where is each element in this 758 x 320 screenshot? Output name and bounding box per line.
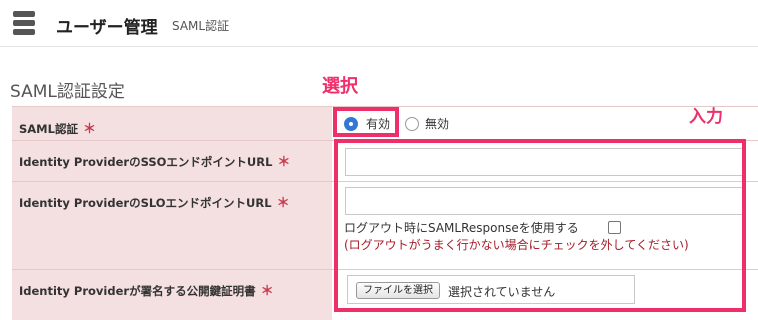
- server-stack-icon: [13, 11, 35, 35]
- form-label-cell: Identity Providerが署名する公開鍵証明書 ＊: [12, 270, 332, 320]
- saml-disabled-label[interactable]: 無効: [425, 115, 449, 132]
- section-title: SAML認証設定: [10, 82, 125, 102]
- form-label-cell: Identity ProviderのSLOエンドポイントURL ＊: [12, 182, 332, 270]
- page-header: ユーザー管理 SAML認証: [0, 0, 758, 47]
- slo-url-label: Identity ProviderのSLOエンドポイントURL: [19, 196, 272, 210]
- required-mark: ＊: [277, 155, 291, 170]
- page-title: ユーザー管理: [56, 18, 158, 38]
- annotation-select-box: [333, 107, 399, 137]
- required-mark: ＊: [82, 122, 96, 137]
- certificate-label: Identity Providerが署名する公開鍵証明書: [19, 284, 256, 298]
- page-subtitle: SAML認証: [172, 19, 230, 33]
- annotation-select-label: 選択: [322, 76, 358, 97]
- required-mark: ＊: [276, 196, 290, 211]
- saml-auth-label: SAML認証: [19, 122, 78, 136]
- annotation-input-box: [334, 139, 746, 312]
- form-label-cell: SAML認証 ＊: [12, 107, 332, 141]
- form-label-cell: Identity ProviderのSSOエンドポイントURL ＊: [12, 141, 332, 182]
- required-mark: ＊: [260, 284, 274, 299]
- sso-url-label: Identity ProviderのSSOエンドポイントURL: [19, 155, 273, 169]
- saml-disabled-radio[interactable]: [405, 117, 419, 131]
